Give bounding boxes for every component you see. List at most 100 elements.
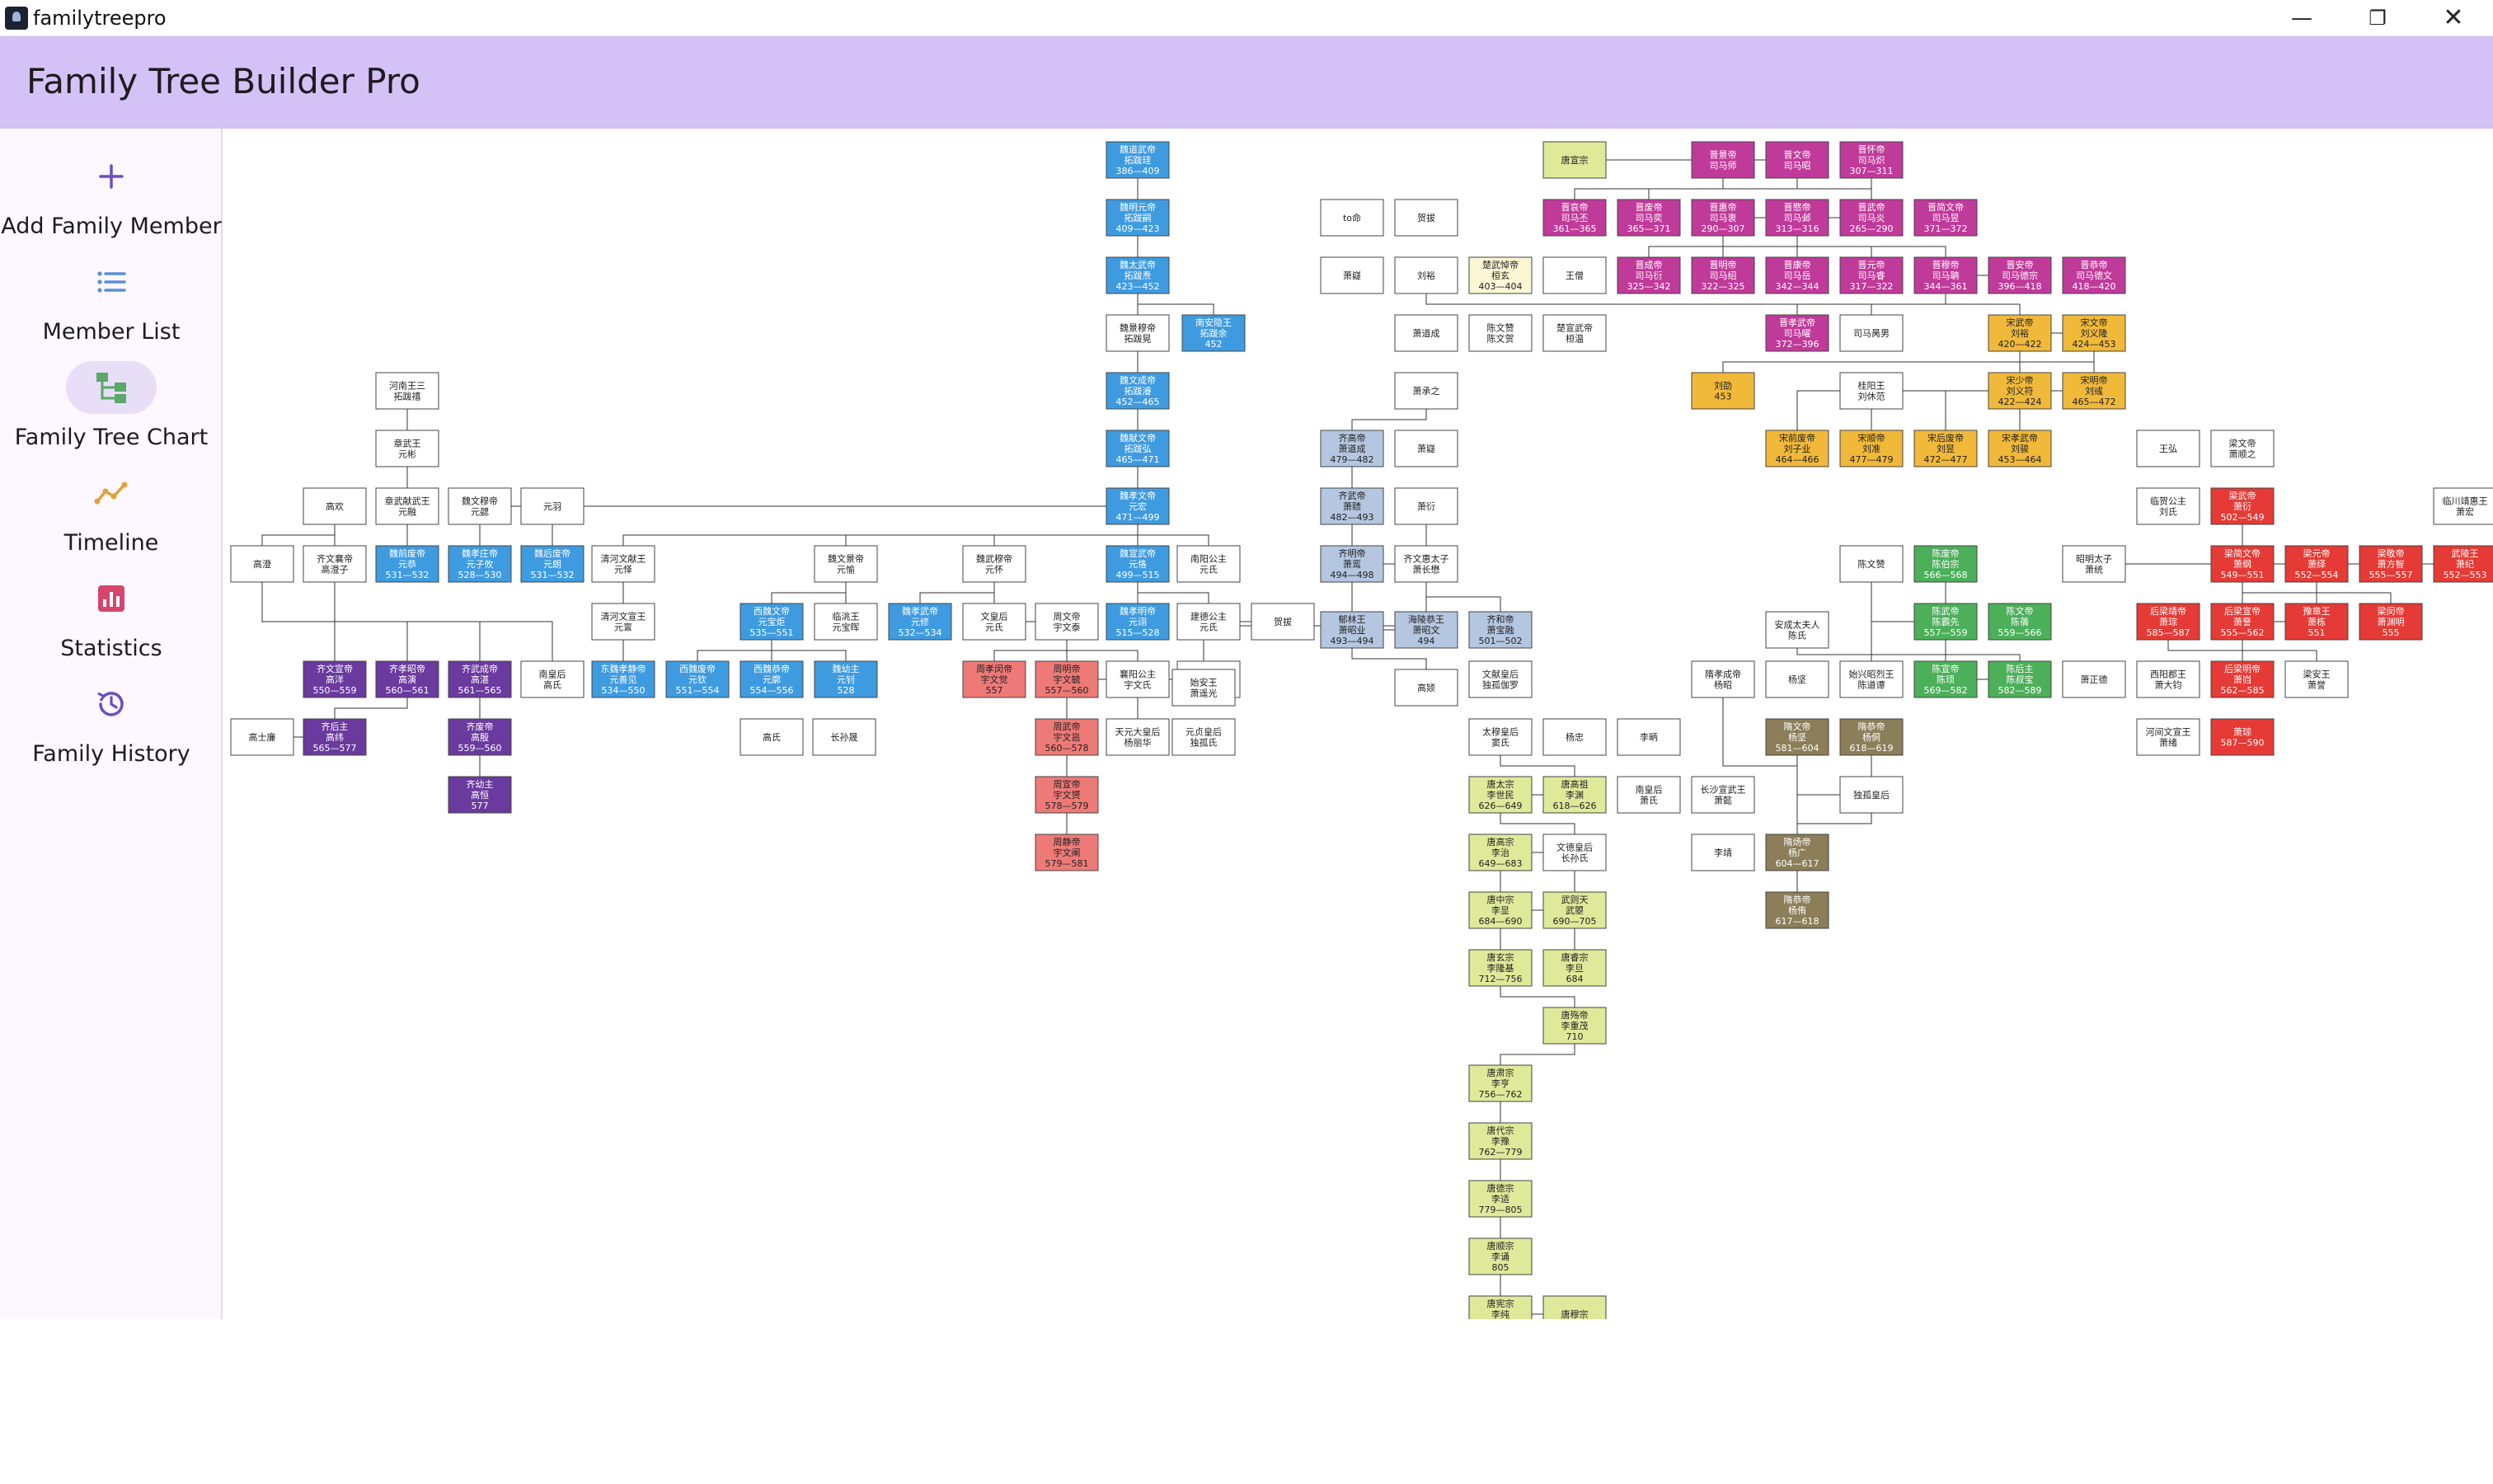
tree-node[interactable]: 南阳公主元氏 [1176, 545, 1241, 583]
nav-family-history[interactable]: Family History [0, 673, 223, 772]
tree-node[interactable]: 魏孝明帝元诩515—528 [1106, 603, 1170, 641]
tree-node[interactable]: 魏道武帝拓跋珪386—409 [1106, 141, 1170, 179]
tree-node[interactable]: 晋怀帝司马炽307—311 [1839, 141, 1904, 179]
tree-node[interactable]: 襄阳公主宇文氏 [1106, 660, 1170, 698]
tree-node[interactable]: 豫章王萧栋551 [2284, 603, 2349, 641]
tree-node[interactable]: 元贞皇后独孤氏 [1171, 718, 1236, 756]
tree-node[interactable]: 魏明元帝拓跋嗣409—423 [1106, 199, 1170, 237]
tree-node[interactable]: 王僧 [1542, 256, 1607, 294]
tree-node[interactable]: 晋恭帝司马德文418—420 [2062, 256, 2126, 294]
tree-node[interactable]: 齐幼主高恒577 [448, 776, 512, 814]
tree-node[interactable]: 魏文穆帝元勰 [448, 487, 512, 525]
tree-node[interactable]: 齐孝昭帝高演560—561 [375, 660, 439, 698]
tree-node[interactable]: 南皇后高氏 [520, 660, 585, 698]
tree-node[interactable]: 晋愍帝司马邺313—316 [1765, 199, 1829, 237]
tree-node[interactable]: 齐明帝萧鸾494—498 [1320, 545, 1384, 583]
tree-node[interactable]: 陈武帝陈霸先557—559 [1913, 603, 1978, 641]
tree-node[interactable]: 章武王元彬 [375, 430, 439, 467]
tree-node[interactable]: 始安王萧遥光 [1171, 669, 1236, 707]
tree-node[interactable]: 唐睿宗李旦684 [1542, 949, 1607, 987]
tree-node[interactable]: 临洮王元宝晖 [814, 603, 878, 641]
tree-node[interactable]: 陈宣帝陈顼569—582 [1913, 660, 1978, 698]
family-tree-graph[interactable]: 魏道武帝拓跋珪386—409 魏明元帝拓跋嗣409—423 魏太武帝拓跋焘423—4… [224, 129, 2493, 1319]
tree-node[interactable]: 晋文帝司马昭 [1765, 141, 1829, 179]
tree-node[interactable]: 晋景帝司马师 [1691, 141, 1755, 179]
tree-node[interactable]: 高氏 [739, 718, 804, 756]
tree-node[interactable]: 陈后主陈叔宝582—589 [1988, 660, 2052, 698]
tree-node[interactable]: 后梁宣帝萧詧555—562 [2210, 603, 2275, 641]
tree-node[interactable]: 萧嶷 [1394, 430, 1458, 467]
tree-node[interactable]: 唐高宗李治649—683 [1468, 834, 1533, 871]
tree-node[interactable]: 齐武成帝高湛561—565 [448, 660, 512, 698]
tree-node[interactable]: 杨坚 [1765, 660, 1829, 698]
tree-node[interactable]: 唐顺宗李诵805 [1468, 1237, 1533, 1275]
tree-node[interactable]: 武则天武曌690—705 [1542, 891, 1607, 929]
tree-node[interactable]: 宋前废帝刘子业464—466 [1765, 430, 1829, 467]
tree-node[interactable]: 晋废帝司马奕365—371 [1617, 199, 1681, 237]
tree-node[interactable]: 天元大皇后杨丽华 [1106, 718, 1170, 756]
tree-node[interactable]: 唐殇帝李重茂710 [1542, 1007, 1607, 1045]
tree-node[interactable]: 李靖 [1691, 834, 1755, 871]
tree-node[interactable]: 萧琮587—590 [2210, 718, 2275, 756]
tree-node[interactable]: 隋炀帝杨广604—617 [1765, 834, 1829, 871]
tree-node[interactable]: 齐废帝高殷559—560 [448, 718, 512, 756]
tree-node[interactable]: 始兴昭烈王陈道谭 [1839, 660, 1904, 698]
tree-node[interactable]: 王弘 [2136, 430, 2200, 467]
tree-node[interactable]: 萧道成 [1394, 314, 1458, 352]
tree-node[interactable]: 梁元帝萧绎552—554 [2284, 545, 2349, 583]
tree-node[interactable]: 隋孝成帝杨昭 [1691, 660, 1755, 698]
tree-node[interactable]: 高颎 [1394, 669, 1458, 707]
tree-node[interactable]: 魏孝文帝元宏471—499 [1106, 487, 1170, 525]
tree-node[interactable]: 高士廉 [230, 718, 294, 756]
tree-node[interactable]: 周宣帝宇文赟578—579 [1035, 776, 1099, 814]
tree-node[interactable]: 元羽 [520, 487, 585, 525]
tree-node[interactable]: 周武帝宇文邕560—578 [1035, 718, 1099, 756]
tree-node[interactable]: 后梁明帝萧岿562—585 [2210, 660, 2275, 698]
tree-node[interactable]: 唐穆宗 [1542, 1295, 1607, 1319]
tree-node[interactable]: 魏后废帝元朗531—532 [520, 545, 585, 583]
tree-node[interactable]: 魏孝庄帝元子攸528—530 [448, 545, 512, 583]
tree-node[interactable]: 唐德宗李适779—805 [1468, 1180, 1533, 1218]
tree-node[interactable]: 晋穆帝司马聃344—361 [1913, 256, 1978, 294]
tree-node[interactable]: 杨忠 [1542, 718, 1607, 756]
nav-timeline[interactable]: Timeline [0, 462, 223, 561]
tree-node[interactable]: 齐文襄帝高澄子 [303, 545, 367, 583]
tree-node[interactable]: 梁敬帝萧方智555—557 [2359, 545, 2423, 583]
tree-node[interactable]: 晋明帝司马绍322—325 [1691, 256, 1755, 294]
tree-node[interactable]: 文德皇后长孙氏 [1542, 834, 1607, 871]
tree-node[interactable]: 文献皇后独孤伽罗 [1468, 660, 1533, 698]
tree-node[interactable]: 唐肃宗李亨756—762 [1468, 1064, 1533, 1102]
nav-statistics[interactable]: Statistics [0, 567, 223, 666]
tree-node[interactable]: 晋武帝司马炎265—290 [1839, 199, 1904, 237]
tree-node[interactable]: 章武献武王元融 [375, 487, 439, 525]
tree-node[interactable]: 楚武悼帝桓玄403—404 [1468, 256, 1533, 294]
tree-node[interactable]: 萧嶷 [1320, 256, 1384, 294]
tree-node[interactable]: 隋恭帝杨侗618—619 [1839, 718, 1904, 756]
tree-node[interactable]: 陈废帝陈伯宗566—568 [1913, 545, 1978, 583]
tree-node[interactable]: 周孝闵帝宇文觉557 [962, 660, 1026, 698]
tree-node[interactable]: 梁武帝萧衍502—549 [2210, 487, 2275, 525]
tree-node[interactable]: 魏幼主元钊528 [814, 660, 878, 698]
tree-node[interactable]: 魏武穆帝元怀 [962, 545, 1026, 583]
minimize-button[interactable]: — [2264, 0, 2340, 36]
tree-node[interactable]: 唐太宗李世民626—649 [1468, 776, 1533, 814]
family-tree-canvas[interactable]: 魏道武帝 拓跋珪 386—409 魏明元帝 拓跋嗣 409—423 魏太武帝 拓跋焘 423—4… [224, 129, 2493, 1319]
tree-node[interactable]: 清河文献王元怿 [591, 545, 655, 583]
tree-node[interactable]: 魏宣武帝元恪499—515 [1106, 545, 1170, 583]
tree-node[interactable]: 独孤皇后 [1839, 776, 1904, 814]
tree-node[interactable]: 河南王三拓跋禧 [375, 372, 439, 410]
tree-node[interactable]: 晋元帝司马睿317—322 [1839, 256, 1904, 294]
tree-node[interactable]: 萧正德 [2062, 660, 2126, 698]
tree-node[interactable]: 河间文宣王萧绪 [2136, 718, 2200, 756]
tree-node[interactable]: 梁文帝萧顺之 [2210, 430, 2275, 467]
tree-node[interactable]: 齐武帝萧赜482—493 [1320, 487, 1384, 525]
tree-node[interactable]: 桂阳王刘休范 [1839, 372, 1904, 410]
tree-node[interactable]: 唐宪宗李纯805—820 [1468, 1295, 1533, 1319]
tree-node[interactable]: 梁闵帝萧渊明555 [2359, 603, 2423, 641]
tree-node[interactable]: 郁林王萧昭业493—494 [1320, 611, 1384, 649]
tree-node[interactable]: 晋安帝司马德宗396—418 [1988, 256, 2052, 294]
tree-node[interactable]: 东魏孝静帝元善见534—550 [591, 660, 655, 698]
tree-node[interactable]: 唐宣宗 [1542, 141, 1607, 179]
tree-node[interactable]: 楚宣武帝桓温 [1542, 314, 1607, 352]
tree-node[interactable]: 临贺公主刘氏 [2136, 487, 2200, 525]
